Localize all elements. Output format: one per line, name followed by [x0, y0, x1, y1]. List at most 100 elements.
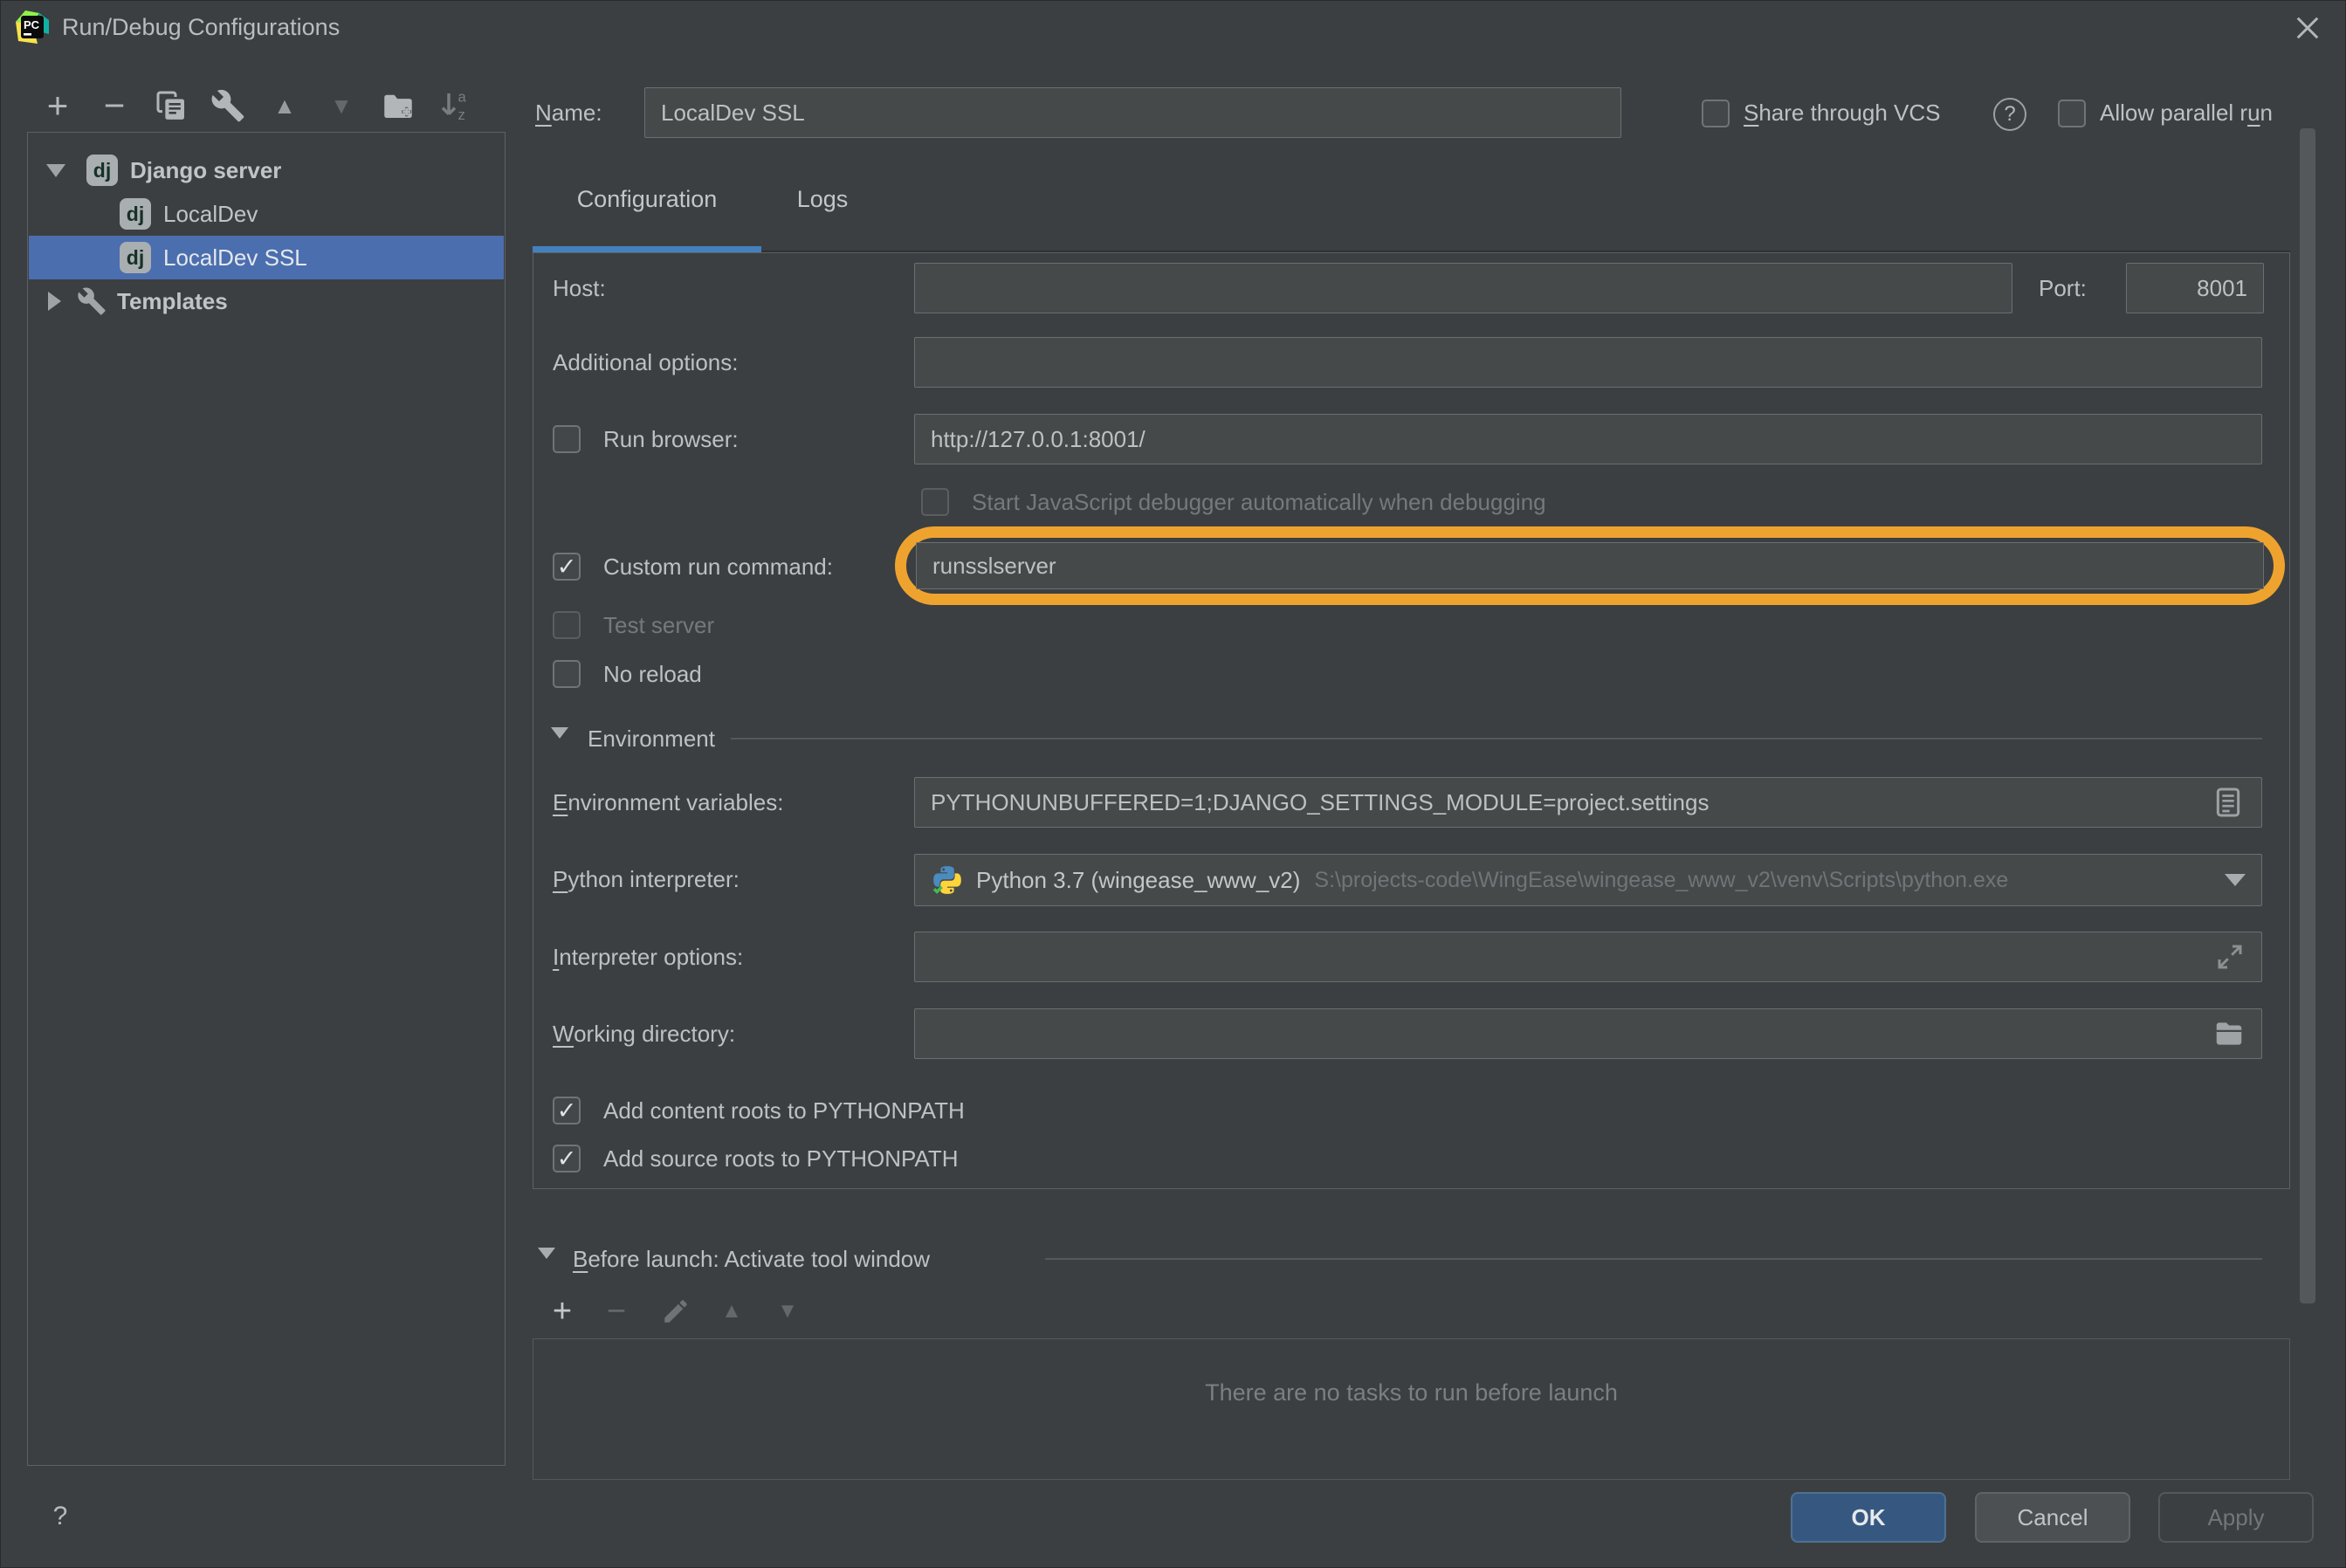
remove-configuration-button[interactable]: − — [90, 81, 139, 130]
django-icon: dj — [120, 198, 151, 230]
tab-configuration[interactable]: Configuration — [533, 172, 761, 226]
move-down-icon: ▼ — [330, 92, 353, 119]
sort-letter-z: z — [458, 107, 465, 123]
environment-collapse-icon[interactable] — [551, 727, 568, 739]
sort-alphabetically-icon: a z — [441, 89, 467, 123]
create-folder-button[interactable] — [374, 81, 423, 130]
django-icon: dj — [120, 242, 151, 273]
port-input[interactable] — [2126, 263, 2264, 313]
move-down-icon: ▼ — [777, 1299, 798, 1323]
expand-field-icon[interactable] — [2214, 941, 2246, 973]
add-configuration-button[interactable]: + — [33, 81, 82, 130]
plus-icon: + — [552, 1292, 573, 1330]
configurations-tree: dj Django server dj LocalDev dj LocalDev… — [27, 132, 506, 1466]
run-browser-url-input[interactable] — [914, 414, 2262, 464]
apply-button[interactable]: Apply — [2158, 1492, 2314, 1543]
add-source-roots-label: Add source roots to PYTHONPATH — [603, 1145, 959, 1172]
django-icon: dj — [86, 155, 118, 186]
copy-configuration-button[interactable] — [147, 81, 196, 130]
close-button[interactable] — [2289, 10, 2326, 46]
question-mark: ? — [52, 1502, 68, 1530]
add-content-roots-label: Add content roots to PYTHONPATH — [603, 1097, 965, 1124]
move-task-up-button[interactable]: ▲ — [710, 1289, 753, 1333]
name-label: Name: — [535, 100, 602, 126]
working-directory-label: Working directory: — [553, 1021, 736, 1047]
browse-variables-icon[interactable] — [2211, 783, 2246, 822]
test-server-checkbox[interactable] — [553, 611, 581, 639]
edit-task-button[interactable] — [654, 1289, 698, 1333]
minus-icon: − — [606, 1292, 627, 1330]
pencil-icon — [664, 1300, 687, 1323]
sort-configurations-button[interactable]: a z — [430, 81, 479, 130]
pycharm-logo-icon: PC — [16, 10, 49, 44]
allow-parallel-run-checkbox[interactable] — [2058, 100, 2086, 127]
wrench-icon — [211, 89, 244, 122]
chevron-down-icon[interactable] — [2225, 874, 2246, 886]
no-reload-checkbox[interactable] — [553, 660, 581, 688]
test-server-label: Test server — [603, 612, 715, 638]
interpreter-options-field[interactable] — [914, 932, 2262, 982]
tree-item-label: Django server — [130, 156, 282, 183]
pycharm-logo-text: PC — [24, 18, 40, 31]
no-reload-label: No reload — [603, 661, 702, 687]
python-interpreter-combobox[interactable]: Python 3.7 (wingease_www_v2) S:\projects… — [914, 854, 2262, 906]
environment-variables-label: Environment variables: — [553, 789, 784, 815]
additional-options-input[interactable] — [914, 337, 2262, 388]
minus-icon: − — [103, 85, 126, 126]
tree-item-django-server[interactable]: dj Django server — [29, 148, 504, 192]
interpreter-path: S:\projects-code\WingEase\wingease_www_v… — [1314, 867, 2009, 892]
help-button[interactable]: ? — [36, 1492, 85, 1541]
tab-logs[interactable]: Logs — [761, 172, 884, 226]
titlebar: PC Run/Debug Configurations — [1, 1, 2345, 53]
vcs-help-icon[interactable]: ? — [1993, 98, 2026, 131]
environment-section-header[interactable]: Environment — [588, 714, 715, 763]
tree-item-label: LocalDev SSL — [163, 244, 307, 271]
remove-task-button[interactable]: − — [595, 1289, 638, 1333]
run-browser-checkbox[interactable] — [553, 425, 581, 453]
custom-run-command-input[interactable] — [916, 542, 2264, 589]
add-source-roots-checkbox[interactable] — [553, 1145, 581, 1173]
additional-options-label: Additional options: — [553, 349, 739, 375]
add-task-button[interactable]: + — [540, 1289, 584, 1333]
before-launch-collapse-icon[interactable] — [538, 1248, 555, 1259]
move-up-icon: ▲ — [721, 1299, 742, 1323]
ok-button[interactable]: OK — [1791, 1492, 1946, 1543]
tree-item-localdev[interactable]: dj LocalDev — [29, 192, 504, 236]
browse-folder-icon[interactable] — [2212, 1017, 2246, 1050]
start-js-debugger-label: Start JavaScript debugger automatically … — [972, 489, 1546, 515]
tree-item-label: Templates — [117, 287, 228, 314]
cancel-button[interactable]: Cancel — [1975, 1492, 2130, 1543]
host-input[interactable] — [914, 263, 2012, 313]
copy-icon — [156, 91, 184, 120]
empty-task-list-message: There are no tasks to run before launch — [1205, 1379, 1618, 1406]
sort-letter-a: a — [458, 89, 467, 106]
tree-item-localdev-ssl-selected[interactable]: dj LocalDev SSL — [29, 236, 504, 279]
share-through-vcs-checkbox[interactable] — [1702, 100, 1730, 127]
python-logo-icon — [932, 866, 961, 894]
new-folder-icon — [384, 94, 412, 118]
window-title: Run/Debug Configurations — [62, 13, 341, 40]
move-task-down-button[interactable]: ▼ — [766, 1289, 809, 1333]
start-js-debugger-checkbox[interactable] — [921, 488, 949, 516]
vertical-scrollbar[interactable] — [2300, 128, 2315, 1303]
plus-icon: + — [46, 85, 69, 126]
environment-variables-field[interactable]: PYTHONUNBUFFERED=1;DJANGO_SETTINGS_MODUL… — [914, 777, 2262, 828]
move-down-button[interactable]: ▼ — [317, 81, 366, 130]
environment-section-line — [731, 738, 2262, 739]
name-input[interactable] — [644, 87, 1621, 138]
chevron-down-icon[interactable] — [46, 163, 65, 177]
chevron-right-icon[interactable] — [48, 292, 61, 311]
python-interpreter-label: Python interpreter: — [553, 866, 740, 892]
add-content-roots-checkbox[interactable] — [553, 1097, 581, 1124]
tree-item-templates[interactable]: Templates — [29, 279, 504, 323]
before-launch-header[interactable]: Before launch: Activate tool window — [573, 1234, 930, 1284]
wrench-icon — [78, 287, 106, 315]
move-up-button[interactable]: ▲ — [260, 81, 309, 130]
run-browser-label: Run browser: — [603, 426, 739, 452]
custom-run-command-checkbox[interactable] — [553, 553, 581, 581]
port-label: Port: — [2039, 275, 2087, 301]
host-label: Host: — [553, 275, 606, 301]
edit-templates-button[interactable] — [203, 81, 252, 130]
working-directory-field[interactable] — [914, 1008, 2262, 1059]
allow-parallel-run-label: Allow parallel run — [2100, 100, 2274, 126]
